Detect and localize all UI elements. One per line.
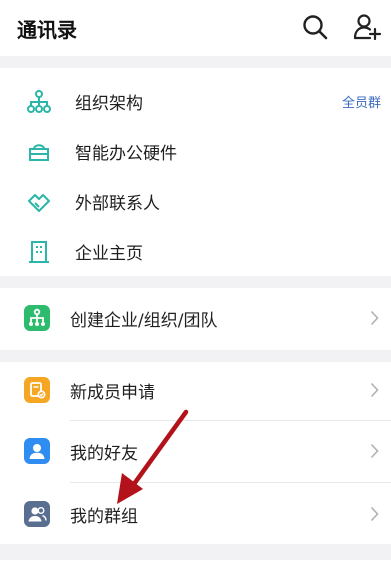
directory-item-label: 组织架构 xyxy=(75,94,143,114)
chevron-right-icon xyxy=(370,310,379,326)
people-card: 新成员申请 我的好友 我的群组 xyxy=(0,362,391,544)
all-staff-group-link[interactable]: 全员群 xyxy=(342,92,381,111)
create-org-icon xyxy=(24,305,50,331)
person-icon xyxy=(24,438,50,464)
app-header: 通讯录 xyxy=(0,0,391,56)
directory-item-external-contacts[interactable]: 外部联系人 xyxy=(0,176,391,226)
my-friends-row[interactable]: 我的好友 xyxy=(0,419,391,483)
chevron-right-icon xyxy=(370,506,379,522)
my-groups-label: 我的群组 xyxy=(70,507,138,527)
my-groups-row[interactable]: 我的群组 xyxy=(0,482,391,546)
create-card: 创建企业/组织/团队 xyxy=(0,288,391,350)
handshake-icon xyxy=(28,194,50,212)
directory-item-label: 智能办公硬件 xyxy=(75,144,177,164)
org-tree-icon xyxy=(27,90,51,113)
page-title: 通讯录 xyxy=(17,18,77,42)
directory-card: 组织架构 全员群 智能办公硬件 外部联系人 企业主页 xyxy=(0,68,391,276)
add-user-icon[interactable] xyxy=(352,12,382,42)
directory-item-org-structure[interactable]: 组织架构 全员群 xyxy=(0,76,391,126)
directory-item-company-homepage[interactable]: 企业主页 xyxy=(0,226,391,276)
search-icon[interactable] xyxy=(300,12,330,42)
chevron-right-icon xyxy=(370,382,379,398)
directory-item-smart-hardware[interactable]: 智能办公硬件 xyxy=(0,126,391,176)
directory-item-label: 外部联系人 xyxy=(75,194,160,214)
section-gap xyxy=(0,56,391,68)
group-icon xyxy=(24,501,50,527)
my-friends-label: 我的好友 xyxy=(70,444,138,464)
chevron-right-icon xyxy=(370,443,379,459)
create-organization-label: 创建企业/组织/团队 xyxy=(70,311,218,331)
hardware-icon xyxy=(29,144,49,161)
next-card-edge xyxy=(0,560,391,574)
directory-item-label: 企业主页 xyxy=(75,244,143,264)
create-organization-row[interactable]: 创建企业/组织/团队 xyxy=(0,286,391,350)
section-gap xyxy=(0,544,391,560)
new-member-requests-label: 新成员申请 xyxy=(70,383,155,403)
building-icon xyxy=(29,241,49,263)
new-member-icon xyxy=(24,377,50,403)
new-member-requests-row[interactable]: 新成员申请 xyxy=(0,358,391,422)
